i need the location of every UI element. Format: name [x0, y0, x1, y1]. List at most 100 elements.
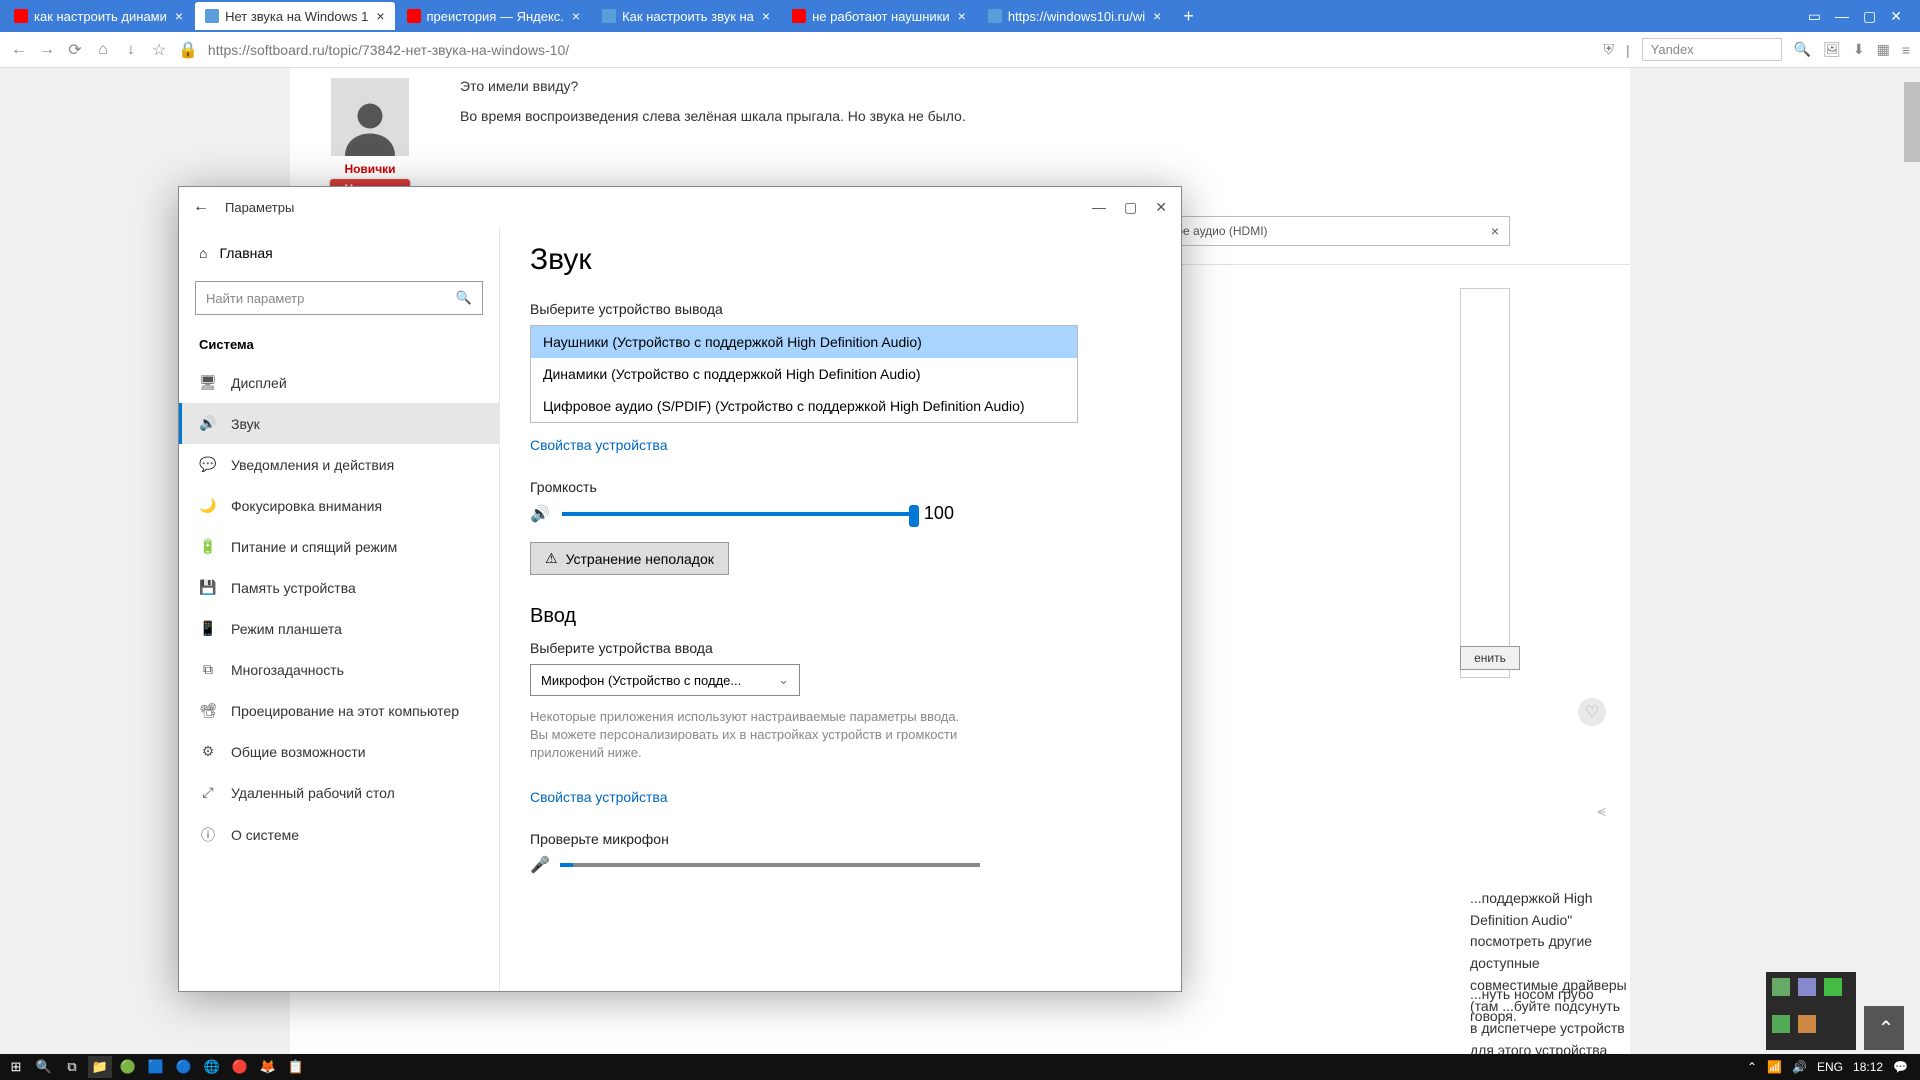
tray-chevron-icon[interactable]: ⌃ — [1747, 1060, 1757, 1074]
translate-icon[interactable]: 🖼 — [1823, 41, 1841, 58]
shield-icon[interactable]: ⛨ — [1604, 41, 1615, 58]
taskbar-app-icon[interactable]: 🦊 — [256, 1056, 280, 1078]
window-minimize-icon[interactable]: — — [1092, 199, 1106, 216]
tray-app-icon[interactable] — [1798, 978, 1816, 996]
multitask-icon: ⧉ — [199, 661, 217, 678]
sidebar-item-focus-assist[interactable]: 🌙Фокусировка внимания — [179, 485, 499, 526]
browser-tab[interactable]: Нет звука на Windows 1× — [195, 2, 394, 30]
nav-back-icon[interactable]: ← — [10, 41, 28, 59]
taskbar-app-icon[interactable]: 🟦 — [144, 1056, 168, 1078]
back-icon[interactable]: ← — [193, 198, 209, 216]
browser-tab[interactable]: https://windows10i.ru/wi× — [978, 2, 1171, 30]
apply-button[interactable]: енить — [1460, 646, 1520, 670]
taskbar: ⊞ 🔍 ⧉ 📁 🟢 🟦 🔵 🌐 🔴 🦊 📋 ⌃ 📶 🔊 ENG 18:12 💬 — [0, 1054, 1920, 1080]
slider-thumb[interactable] — [909, 505, 919, 527]
download-icon[interactable]: ⬇ — [1853, 41, 1865, 58]
device-properties-link[interactable]: Свойства устройства — [530, 789, 668, 805]
tab-close-icon[interactable]: × — [572, 8, 580, 24]
tab-close-icon[interactable]: × — [762, 8, 770, 24]
nav-bookmark-icon[interactable]: ☆ — [150, 40, 168, 60]
mic-check-label: Проверьте микрофон — [530, 831, 1151, 847]
tabs-overview-icon[interactable]: ▭ — [1808, 8, 1821, 25]
sound-icon: 🔊 — [199, 415, 217, 432]
tab-close-icon[interactable]: × — [376, 8, 384, 24]
sidebar-item-shared[interactable]: ⚙Общие возможности — [179, 731, 499, 772]
start-button[interactable]: ⊞ — [4, 1056, 28, 1078]
project-icon: 📽 — [199, 702, 217, 719]
browser-search-input[interactable]: Yandex — [1642, 38, 1782, 61]
task-view-button[interactable]: ⧉ — [60, 1056, 84, 1078]
tab-close-icon[interactable]: × — [175, 8, 183, 24]
window-close-icon[interactable]: ✕ — [1890, 8, 1902, 25]
sidebar-item-multitasking[interactable]: ⧉Многозадачность — [179, 649, 499, 690]
tab-close-icon[interactable]: × — [958, 8, 966, 24]
search-icon[interactable]: 🔍 — [1794, 41, 1811, 58]
taskbar-app-icon[interactable]: 🌐 — [200, 1056, 224, 1078]
close-icon[interactable]: × — [1491, 223, 1499, 239]
qr-icon[interactable]: ▦ — [1877, 41, 1890, 58]
tray-clock[interactable]: 18:12 — [1853, 1060, 1883, 1074]
url-field[interactable]: https://softboard.ru/topic/73842-нет-зву… — [208, 42, 1594, 58]
taskbar-app-icon[interactable]: 🔴 — [228, 1056, 252, 1078]
nav-download-icon[interactable]: ↓ — [122, 41, 140, 59]
window-maximize-icon[interactable]: ▢ — [1863, 8, 1876, 25]
volume-slider[interactable] — [562, 512, 912, 516]
tray-network-icon[interactable]: 📶 — [1767, 1060, 1782, 1074]
search-button[interactable]: 🔍 — [32, 1056, 56, 1078]
share-icon[interactable]: ⪪ — [1597, 803, 1606, 821]
input-device-dropdown[interactable]: Микрофон (Устройство с подде...⌄ — [530, 664, 800, 696]
sidebar-item-projecting[interactable]: 📽Проецирование на этот компьютер — [179, 690, 499, 731]
remote-icon: ⤢ — [199, 784, 217, 801]
sidebar-item-about[interactable]: ⓘО системе — [179, 813, 499, 857]
browser-tab[interactable]: не работают наушники× — [782, 2, 976, 30]
moon-icon: 🌙 — [199, 497, 217, 514]
taskbar-app-icon[interactable]: 📋 — [284, 1056, 308, 1078]
new-tab-button[interactable]: + — [1173, 6, 1204, 27]
tray-popup[interactable] — [1766, 972, 1856, 1050]
nav-home-icon[interactable]: ⌂ — [94, 41, 112, 59]
device-properties-link[interactable]: Свойства устройства — [530, 437, 668, 453]
tab-close-icon[interactable]: × — [1153, 8, 1161, 24]
like-button[interactable]: ♡ — [1578, 698, 1606, 726]
sidebar-home[interactable]: ⌂Главная — [179, 235, 499, 271]
input-section-title: Ввод — [530, 605, 1151, 628]
sidebar-item-display[interactable]: 🖥Дисплей — [179, 362, 499, 403]
settings-search-input[interactable]: Найти параметр🔍 — [195, 281, 483, 315]
tray-app-icon[interactable] — [1824, 978, 1842, 996]
sidebar-item-notifications[interactable]: 💬Уведомления и действия — [179, 444, 499, 485]
post-text: Это имели ввиду? — [460, 78, 1620, 94]
output-device-list[interactable]: Наушники (Устройство с поддержкой High D… — [530, 325, 1078, 423]
action-center-icon[interactable]: 💬 — [1893, 1060, 1908, 1074]
tray-language[interactable]: ENG — [1817, 1060, 1843, 1074]
taskbar-app-icon[interactable]: 🔵 — [172, 1056, 196, 1078]
device-option[interactable]: Динамики (Устройство с поддержкой High D… — [531, 358, 1077, 390]
nav-forward-icon[interactable]: → — [38, 41, 56, 59]
tray-app-icon[interactable] — [1772, 978, 1790, 996]
sidebar-item-tablet[interactable]: 📱Режим планшета — [179, 608, 499, 649]
window-minimize-icon[interactable]: — — [1835, 8, 1849, 25]
tray-app-icon[interactable] — [1772, 1015, 1790, 1033]
troubleshoot-button[interactable]: ⚠Устранение неполадок — [530, 542, 729, 575]
browser-tab[interactable]: преистория — Яндекс.× — [397, 2, 591, 30]
sidebar-item-power[interactable]: 🔋Питание и спящий режим — [179, 526, 499, 567]
browser-tab-strip: как настроить динами× Нет звука на Windo… — [0, 0, 1920, 32]
sidebar-item-remote-desktop[interactable]: ⤢Удаленный рабочий стол — [179, 772, 499, 813]
tray-app-icon[interactable] — [1798, 1015, 1816, 1033]
device-option[interactable]: Наушники (Устройство с поддержкой High D… — [531, 326, 1077, 358]
gear-icon: ⚙ — [199, 743, 217, 760]
taskbar-app-icon[interactable]: 🟢 — [116, 1056, 140, 1078]
window-maximize-icon[interactable]: ▢ — [1124, 199, 1137, 216]
scroll-to-top-button[interactable]: ⌃ — [1864, 1006, 1908, 1050]
browser-tab[interactable]: Как настроить звук на× — [592, 2, 780, 30]
tray-volume-icon[interactable]: 🔊 — [1792, 1060, 1807, 1074]
device-option[interactable]: Цифровое аудио (S/PDIF) (Устройство с по… — [531, 390, 1077, 422]
window-close-icon[interactable]: ✕ — [1155, 199, 1167, 216]
menu-icon[interactable]: ≡ — [1902, 42, 1910, 58]
taskbar-app-icon[interactable]: 📁 — [88, 1056, 112, 1078]
sidebar-item-sound[interactable]: 🔊Звук — [179, 403, 499, 444]
sidebar-item-storage[interactable]: 💾Память устройства — [179, 567, 499, 608]
scrollbar-thumb[interactable] — [1904, 82, 1920, 162]
browser-tab[interactable]: как настроить динами× — [4, 2, 193, 30]
page-scrollbar[interactable] — [1904, 68, 1920, 1054]
nav-reload-icon[interactable]: ⟳ — [66, 40, 84, 60]
